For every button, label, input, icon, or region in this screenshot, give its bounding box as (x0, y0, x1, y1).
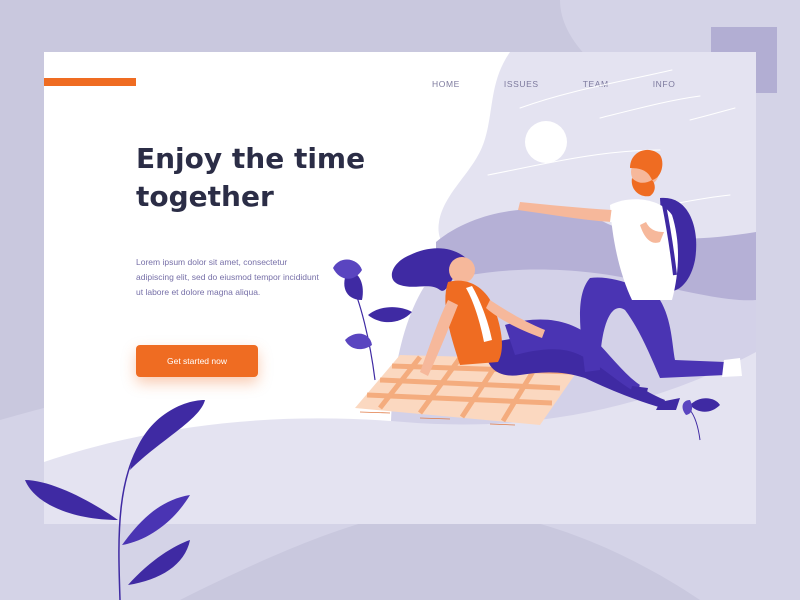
nav-link-info[interactable]: INFO (653, 79, 676, 89)
top-navigation: HOME ISSUES TEAM INFO (432, 79, 719, 89)
hero-title: Enjoy the time together (136, 142, 366, 213)
landing-page: HOME ISSUES TEAM INFO Enjoy the time tog… (0, 0, 800, 600)
nav-link-issues[interactable]: ISSUES (504, 79, 539, 89)
hero-content: HOME ISSUES TEAM INFO Enjoy the time tog… (44, 52, 756, 524)
hero-description: Lorem ipsum dolor sit amet, consectetur … (136, 257, 319, 297)
get-started-button[interactable]: Get started now (136, 345, 258, 377)
nav-link-home[interactable]: HOME (432, 79, 460, 89)
nav-link-team[interactable]: TEAM (583, 79, 609, 89)
brand-logo-bar[interactable] (44, 78, 136, 86)
